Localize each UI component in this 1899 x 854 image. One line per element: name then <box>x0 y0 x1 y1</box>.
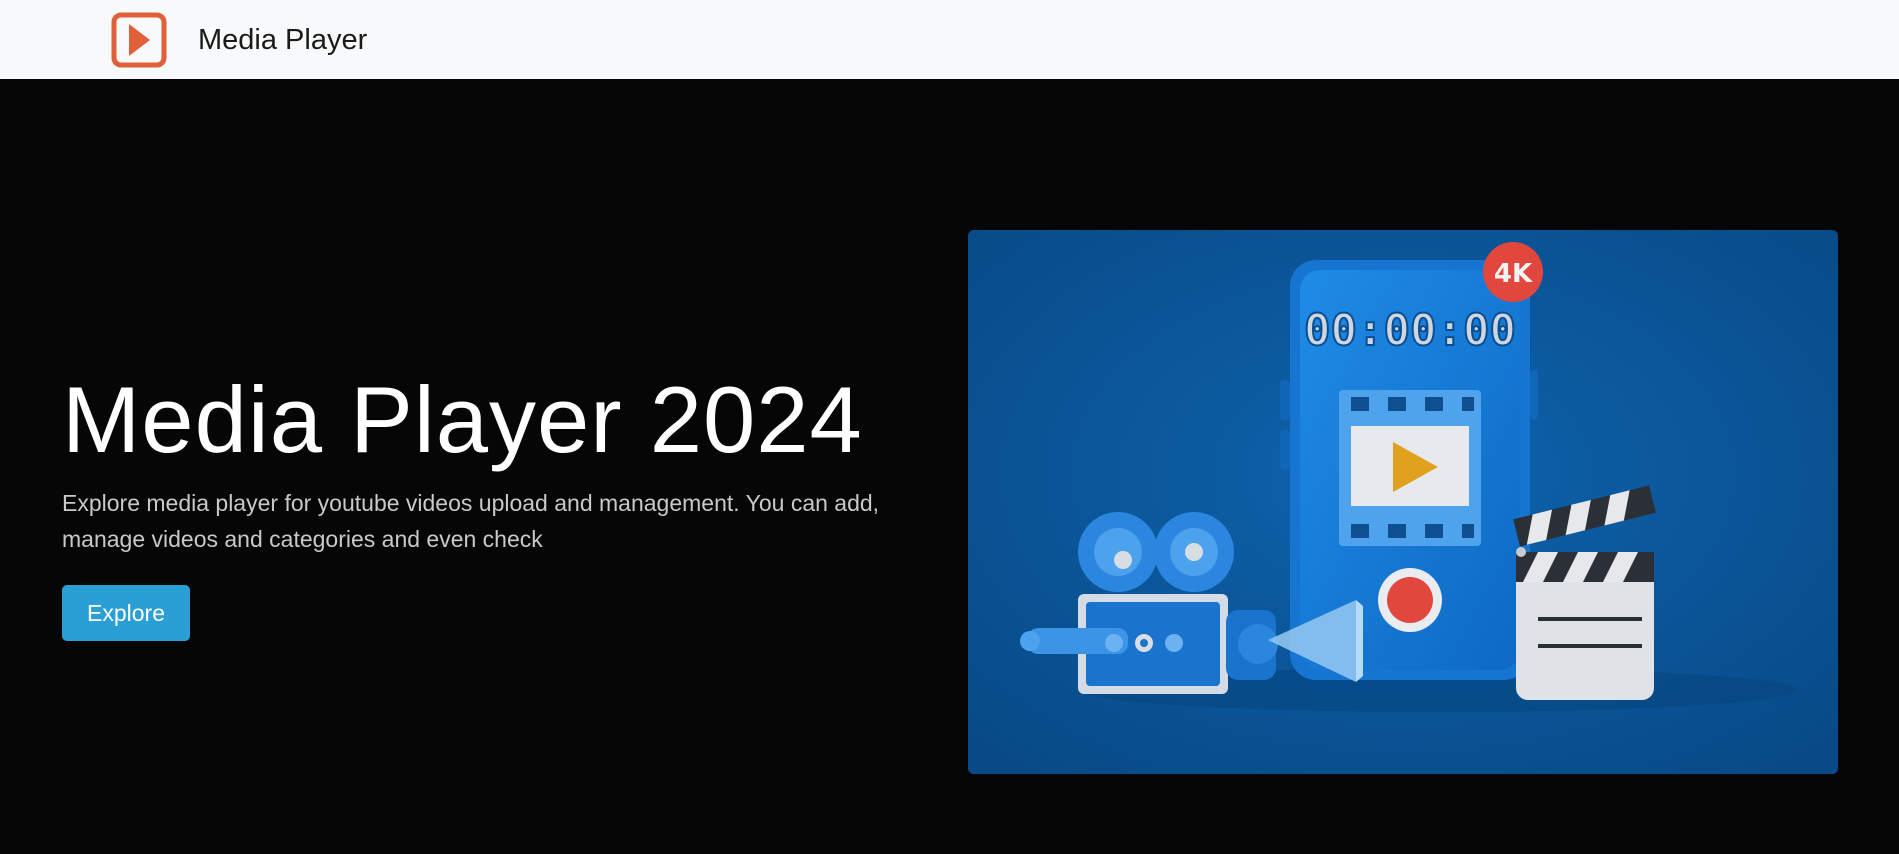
play-icon <box>111 12 167 68</box>
record-icon <box>1387 577 1433 623</box>
timer-text: 00:00:00 <box>1304 305 1516 356</box>
hero-section: Media Player 2024 Explore media player f… <box>0 79 1899 854</box>
clapperboard-icon <box>1513 485 1656 700</box>
hero-title: Media Player 2024 <box>62 367 863 472</box>
4k-badge: 4K <box>1483 242 1543 302</box>
explore-button[interactable]: Explore <box>62 585 190 641</box>
brand-name: Media Player <box>198 23 368 56</box>
svg-text:4K: 4K <box>1494 259 1533 289</box>
brand-link[interactable]: Media Player <box>110 8 367 72</box>
hero-description: Explore media player for youtube videos … <box>62 490 880 552</box>
hero-illustration: 00:00:00 4K <box>968 230 1838 774</box>
hero-text-block: Media Player 2024 Explore media player f… <box>62 365 942 641</box>
navbar: Media Player <box>0 0 1899 79</box>
